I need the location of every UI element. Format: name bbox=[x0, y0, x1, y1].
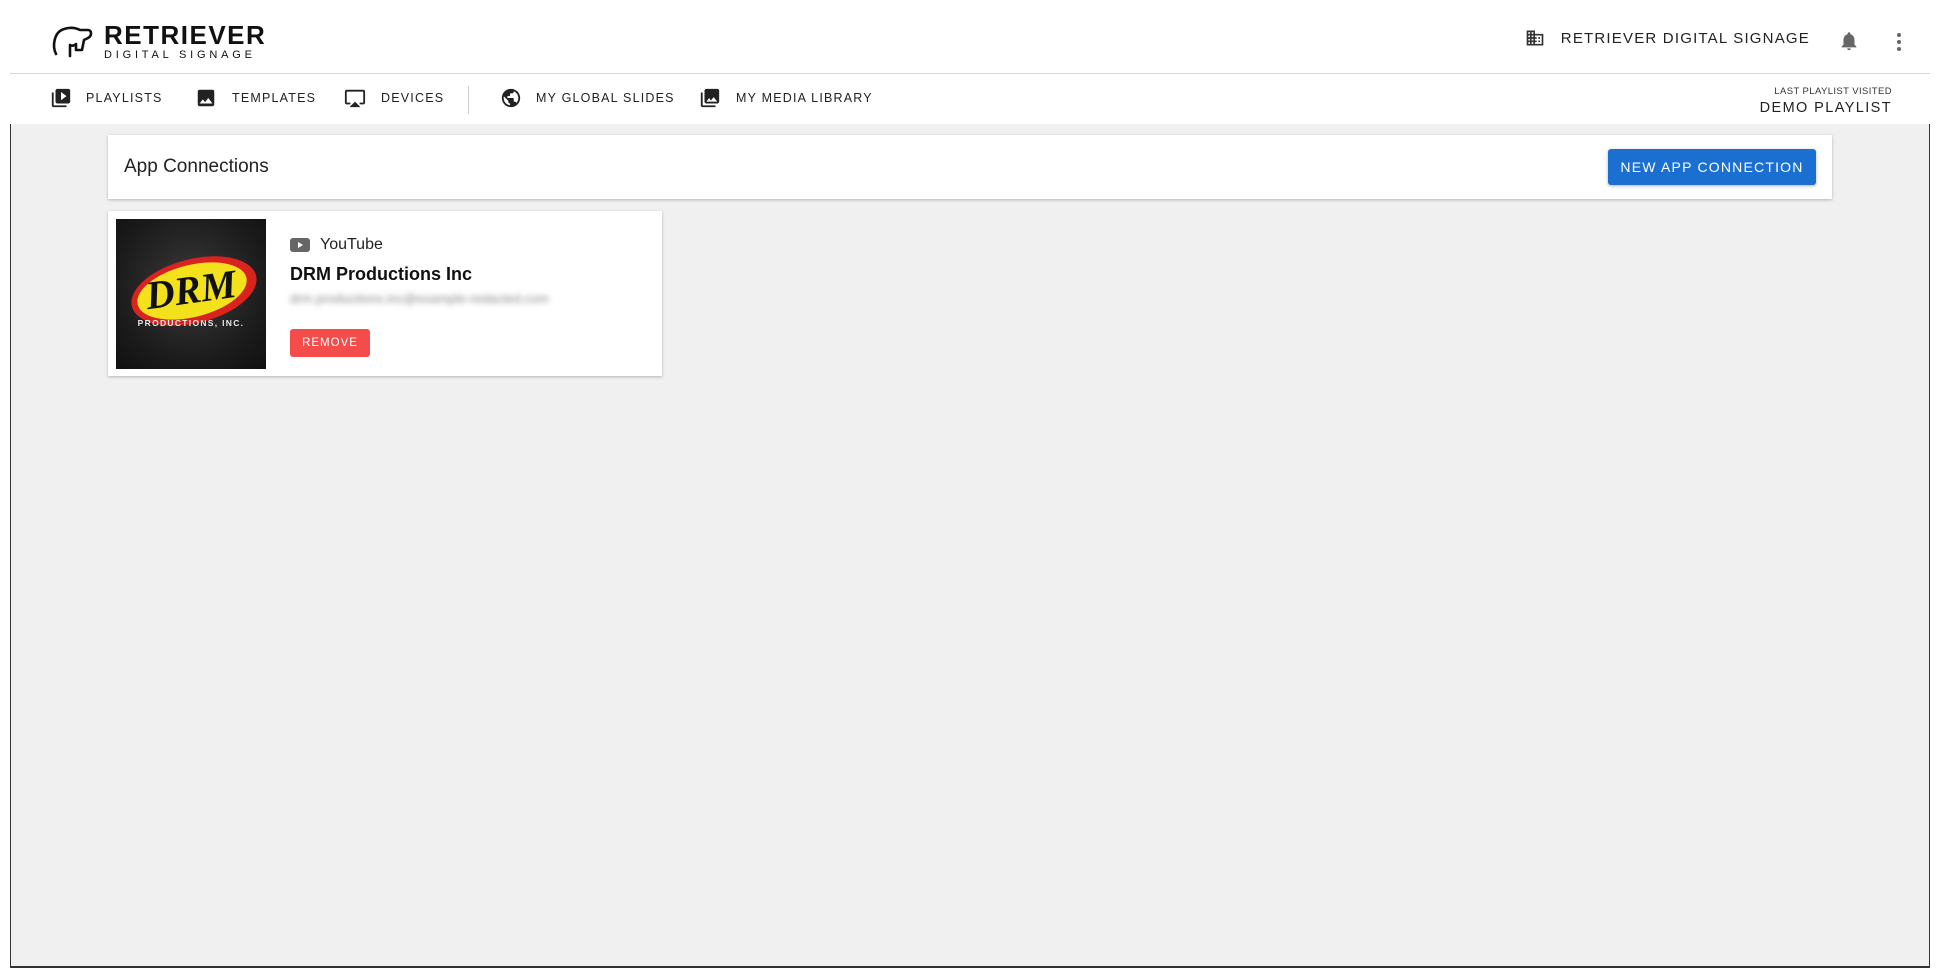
organization-name: RETRIEVER DIGITAL SIGNAGE bbox=[1560, 29, 1810, 47]
more-vert-icon bbox=[1897, 33, 1901, 51]
main-nav: PLAYLISTS TEMPLATES DEVICES MY GLOBAL SL… bbox=[10, 74, 1930, 124]
connection-service: YouTube bbox=[290, 236, 383, 254]
bell-icon bbox=[1841, 32, 1857, 51]
connection-account-email: drm.productions.inc@example-redacted.com bbox=[290, 291, 549, 306]
playlist-play-icon bbox=[51, 88, 71, 108]
page-title: App Connections bbox=[124, 156, 269, 177]
building-icon bbox=[1526, 30, 1544, 46]
service-name: YouTube bbox=[320, 236, 383, 253]
nav-devices-label: DEVICES bbox=[381, 91, 445, 105]
nav-divider bbox=[468, 86, 469, 114]
organization-switcher[interactable]: RETRIEVER DIGITAL SIGNAGE bbox=[1525, 28, 1810, 48]
airplay-icon bbox=[344, 89, 366, 108]
logo-subtitle: DIGITAL SIGNAGE bbox=[104, 49, 256, 61]
last-playlist-label: LAST PLAYLIST VISITED bbox=[1774, 86, 1892, 97]
nav-media-library[interactable]: MY MEDIA LIBRARY bbox=[698, 87, 873, 109]
retriever-logo[interactable]: RETRIEVER DIGITAL SIGNAGE bbox=[50, 22, 266, 61]
photo-library-icon bbox=[700, 88, 720, 108]
page-header-card: App Connections NEW APP CONNECTION bbox=[108, 135, 1832, 199]
connection-thumbnail: DRM PRODUCTIONS, INC. bbox=[116, 219, 266, 369]
last-playlist-visited[interactable]: LAST PLAYLIST VISITED DEMO PLAYLIST bbox=[1760, 86, 1892, 116]
connection-account-name: DRM Productions Inc bbox=[290, 264, 473, 284]
drm-logo-image: DRM PRODUCTIONS, INC. bbox=[131, 256, 257, 328]
youtube-icon bbox=[290, 238, 310, 252]
nav-playlists[interactable]: PLAYLISTS bbox=[50, 87, 163, 109]
app-connection-card: DRM PRODUCTIONS, INC. YouTube DRM Produc… bbox=[108, 211, 662, 376]
thumbnail-caption: PRODUCTIONS, INC. bbox=[138, 318, 245, 328]
new-app-connection-button[interactable]: NEW APP CONNECTION bbox=[1608, 149, 1816, 185]
nav-global-slides[interactable]: MY GLOBAL SLIDES bbox=[500, 87, 675, 109]
nav-global-slides-label: MY GLOBAL SLIDES bbox=[536, 91, 675, 105]
more-menu-button[interactable] bbox=[1896, 32, 1902, 57]
nav-templates[interactable]: TEMPLATES bbox=[194, 87, 316, 109]
retriever-logo-icon bbox=[52, 26, 93, 57]
notifications-button[interactable] bbox=[1838, 30, 1860, 57]
logo-title: RETRIEVER bbox=[104, 20, 267, 50]
nav-media-library-label: MY MEDIA LIBRARY bbox=[736, 91, 873, 105]
image-icon bbox=[197, 89, 215, 107]
nav-playlists-label: PLAYLISTS bbox=[86, 91, 163, 105]
nav-devices[interactable]: DEVICES bbox=[343, 87, 444, 109]
top-app-bar: RETRIEVER DIGITAL SIGNAGE RETRIEVER DIGI… bbox=[10, 0, 1930, 74]
globe-icon bbox=[501, 88, 521, 108]
remove-connection-button[interactable]: REMOVE bbox=[290, 329, 370, 357]
last-playlist-value[interactable]: DEMO PLAYLIST bbox=[1760, 100, 1892, 116]
nav-templates-label: TEMPLATES bbox=[232, 91, 317, 105]
